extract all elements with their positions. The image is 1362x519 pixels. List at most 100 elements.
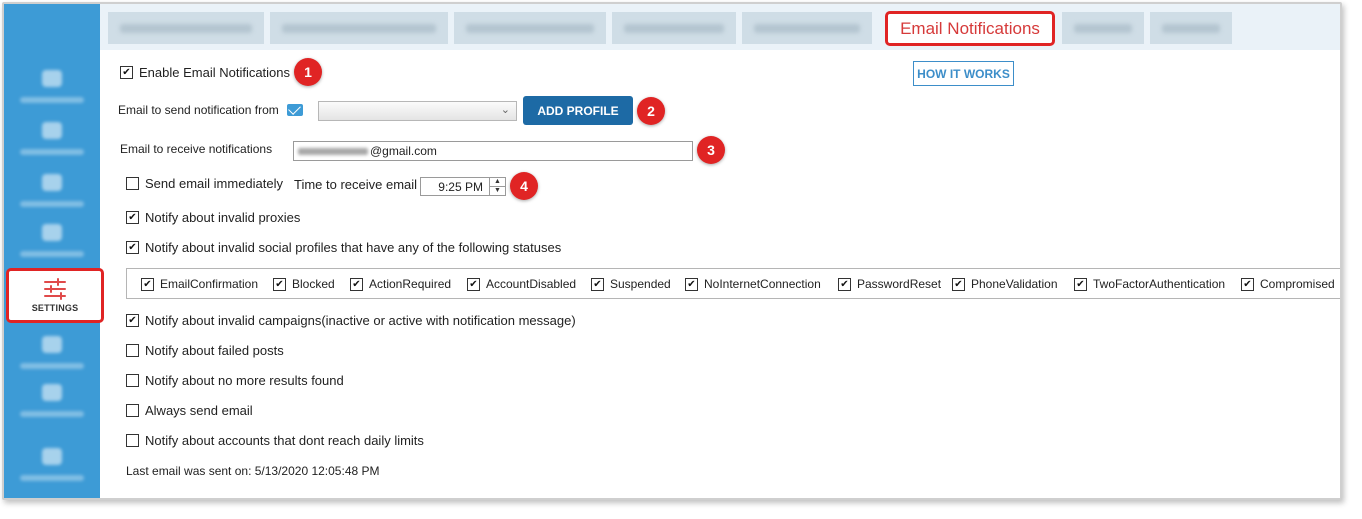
callout-badge-3: 3	[697, 136, 725, 164]
time-input[interactable]: 9:25 PM ▲ ▼	[420, 177, 506, 196]
tab-blurred-1[interactable]	[108, 12, 264, 44]
time-spinner[interactable]: ▲ ▼	[489, 178, 505, 195]
tab-blurred-2[interactable]	[270, 12, 448, 44]
status-item[interactable]: Compromised	[1241, 277, 1335, 291]
always-send-label: Always send email	[145, 403, 253, 418]
receive-row: Email to receive notifications	[120, 142, 272, 156]
daily-limits-row[interactable]: Notify about accounts that dont reach da…	[126, 433, 424, 448]
send-from-label: Email to send notification from	[118, 103, 279, 117]
invalid-profiles-checkbox[interactable]	[126, 241, 139, 254]
blurred-icon	[42, 174, 62, 191]
enable-notifications-row[interactable]: Enable Email Notifications	[120, 65, 290, 80]
send-from-select[interactable]: ⌄	[318, 101, 517, 121]
status-checkbox[interactable]	[952, 277, 965, 291]
status-checkbox[interactable]	[591, 277, 604, 291]
status-item[interactable]: ActionRequired	[350, 277, 451, 291]
tab-blurred-4[interactable]	[612, 12, 736, 44]
failed-posts-row[interactable]: Notify about failed posts	[126, 343, 284, 358]
tab-email-notifications[interactable]: Email Notifications	[885, 11, 1055, 46]
status-item[interactable]: AccountDisabled	[467, 277, 576, 291]
sidebar-item-blurred-2[interactable]	[4, 116, 100, 166]
receive-email-domain: @gmail.com	[370, 144, 437, 158]
invalid-campaigns-label: Notify about invalid campaigns(inactive …	[145, 313, 576, 328]
blurred-tab-label	[120, 24, 252, 33]
status-checkbox[interactable]	[467, 277, 480, 291]
blurred-tab-label	[754, 24, 860, 33]
blurred-label	[20, 149, 84, 155]
tab-blurred-5[interactable]	[742, 12, 872, 44]
invalid-profiles-row[interactable]: Notify about invalid social profiles tha…	[126, 240, 561, 255]
blurred-icon	[42, 122, 62, 139]
callout-badge-1: 1	[294, 58, 322, 86]
invalid-proxies-row[interactable]: Notify about invalid proxies	[126, 210, 300, 225]
status-checkbox[interactable]	[1074, 277, 1087, 291]
status-item[interactable]: EmailConfirmation	[141, 277, 258, 291]
how-it-works-button[interactable]: HOW IT WORKS	[913, 61, 1014, 86]
spinner-down-icon[interactable]: ▼	[490, 186, 505, 195]
status-item[interactable]: NoInternetConnection	[685, 277, 821, 291]
time-label-row: Time to receive email	[294, 177, 417, 192]
status-checkbox[interactable]	[141, 277, 154, 291]
add-profile-button[interactable]: ADD PROFILE	[523, 96, 633, 125]
status-label: AccountDisabled	[486, 277, 577, 291]
sidebar-item-blurred-4[interactable]	[4, 218, 100, 268]
daily-limits-label: Notify about accounts that dont reach da…	[145, 433, 424, 448]
status-item[interactable]: TwoFactorAuthentication	[1074, 277, 1225, 291]
spinner-up-icon[interactable]: ▲	[490, 178, 505, 186]
send-immediately-row[interactable]: Send email immediately	[126, 176, 283, 191]
sidebar-item-blurred-5[interactable]	[4, 330, 100, 380]
status-item[interactable]: Blocked	[273, 277, 335, 291]
status-item[interactable]: PhoneValidation	[952, 277, 1058, 291]
blurred-icon	[42, 448, 62, 465]
blurred-label	[20, 201, 84, 207]
sidebar-item-blurred-7[interactable]	[4, 442, 100, 492]
status-checkbox[interactable]	[1241, 277, 1254, 291]
always-send-row[interactable]: Always send email	[126, 403, 253, 418]
sidebar-item-blurred-3[interactable]	[4, 168, 100, 218]
blurred-tab-label	[466, 24, 594, 33]
failed-posts-checkbox[interactable]	[126, 344, 139, 357]
tab-blurred-7[interactable]	[1150, 12, 1232, 44]
sliders-icon	[44, 278, 66, 300]
blurred-icon	[42, 224, 62, 241]
daily-limits-checkbox[interactable]	[126, 434, 139, 447]
enable-notifications-checkbox[interactable]	[120, 66, 133, 79]
sidebar	[4, 4, 100, 498]
blurred-label	[20, 475, 84, 481]
no-results-row[interactable]: Notify about no more results found	[126, 373, 344, 388]
send-immediately-label: Send email immediately	[145, 176, 284, 191]
receive-email-input[interactable]: @gmail.com	[293, 141, 693, 161]
always-send-checkbox[interactable]	[126, 404, 139, 417]
status-label: Blocked	[292, 277, 335, 291]
tab-blurred-3[interactable]	[454, 12, 606, 44]
blurred-label	[20, 251, 84, 257]
status-label: PhoneValidation	[971, 277, 1058, 291]
invalid-campaigns-row[interactable]: Notify about invalid campaigns(inactive …	[126, 313, 576, 328]
status-item[interactable]: Suspended	[591, 277, 671, 291]
time-label: Time to receive email	[294, 177, 418, 192]
tab-bar	[100, 4, 1340, 50]
sidebar-item-settings[interactable]: SETTINGS	[6, 268, 104, 323]
callout-badge-2: 2	[637, 97, 665, 125]
status-label: TwoFactorAuthentication	[1093, 277, 1226, 291]
blurred-icon	[42, 336, 62, 353]
blurred-icon	[42, 384, 62, 401]
blurred-tab-label	[1074, 24, 1132, 33]
sidebar-item-blurred-1[interactable]	[4, 64, 100, 114]
invalid-campaigns-checkbox[interactable]	[126, 314, 139, 327]
send-immediately-checkbox[interactable]	[126, 177, 139, 190]
tab-blurred-6[interactable]	[1062, 12, 1144, 44]
status-checkbox[interactable]	[838, 277, 851, 291]
status-label: EmailConfirmation	[160, 277, 259, 291]
status-list: EmailConfirmation Blocked ActionRequired…	[126, 268, 1340, 299]
time-value: 9:25 PM	[438, 179, 483, 194]
status-checkbox[interactable]	[350, 277, 363, 291]
invalid-proxies-checkbox[interactable]	[126, 211, 139, 224]
status-checkbox[interactable]	[273, 277, 286, 291]
blurred-tab-label	[624, 24, 724, 33]
no-results-checkbox[interactable]	[126, 374, 139, 387]
sidebar-item-blurred-6[interactable]	[4, 378, 100, 428]
chevron-down-icon: ⌄	[500, 104, 510, 116]
status-checkbox[interactable]	[685, 277, 698, 291]
status-item[interactable]: PasswordReset	[838, 277, 941, 291]
